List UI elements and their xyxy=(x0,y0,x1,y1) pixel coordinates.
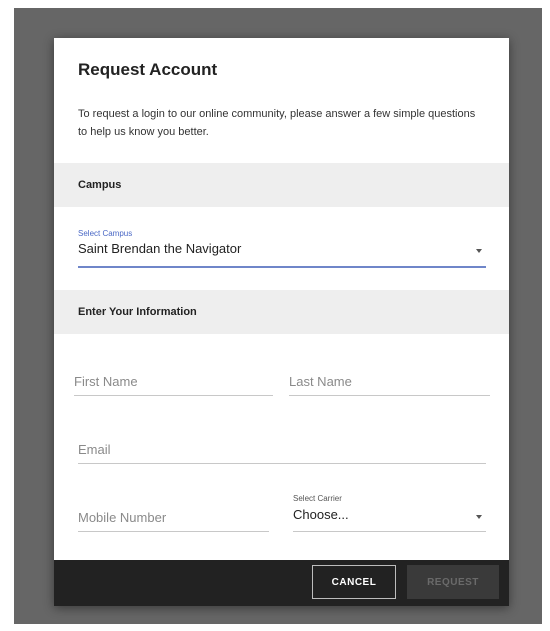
last-name-placeholder: Last Name xyxy=(289,374,352,389)
chevron-down-icon xyxy=(476,515,482,519)
first-name-field[interactable]: First Name xyxy=(74,371,273,396)
request-button[interactable]: REQUEST xyxy=(407,565,499,599)
last-name-field[interactable]: Last Name xyxy=(289,371,490,396)
first-name-placeholder: First Name xyxy=(74,374,138,389)
info-section-header: Enter Your Information xyxy=(54,290,509,334)
campus-section-header: Campus xyxy=(54,163,509,207)
info-section-heading: Enter Your Information xyxy=(78,306,197,318)
carrier-select-label: Select Carrier xyxy=(293,494,342,503)
campus-select[interactable]: Select Campus Saint Brendan the Navigato… xyxy=(78,228,486,268)
chevron-down-icon xyxy=(476,249,482,253)
email-placeholder: Email xyxy=(78,442,111,457)
carrier-select[interactable]: Select Carrier Choose... xyxy=(293,494,486,532)
dialog-title: Request Account xyxy=(78,60,218,79)
carrier-select-value: Choose... xyxy=(293,507,349,522)
dialog-footer: CANCEL REQUEST xyxy=(54,560,509,606)
request-account-dialog: Request Account To request a login to ou… xyxy=(54,38,509,606)
mobile-number-placeholder: Mobile Number xyxy=(78,510,167,525)
campus-select-label: Select Campus xyxy=(78,229,133,238)
dialog-intro: To request a login to our online communi… xyxy=(78,108,476,138)
cancel-button[interactable]: CANCEL xyxy=(312,565,396,599)
email-field[interactable]: Email xyxy=(78,438,486,464)
campus-section-heading: Campus xyxy=(78,179,122,191)
campus-select-value: Saint Brendan the Navigator xyxy=(78,241,242,256)
mobile-number-field[interactable]: Mobile Number xyxy=(78,507,269,532)
